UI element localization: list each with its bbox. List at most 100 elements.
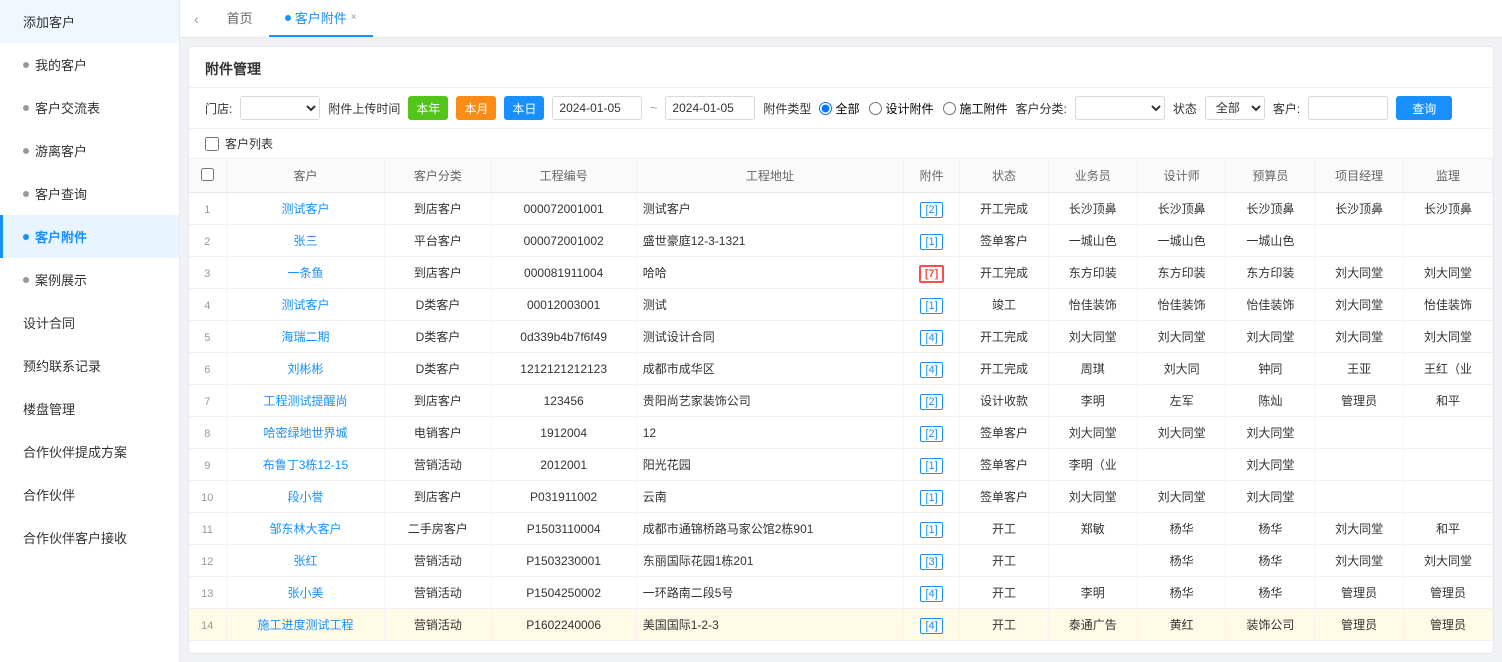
attachment-cell[interactable]: [1] (904, 449, 960, 481)
sidebar-item-booking-record[interactable]: 预约联系记录 (0, 344, 179, 387)
address-cell: 测试客户 (636, 193, 903, 225)
day-button[interactable]: 本日 (504, 96, 544, 120)
customer-name-cell[interactable]: 施工进度测试工程 (226, 609, 385, 641)
section-title: 附件管理 (189, 47, 1493, 88)
year-button[interactable]: 本年 (408, 96, 448, 120)
attach-badge[interactable]: [1] (920, 490, 942, 506)
customer-name-cell[interactable]: 测试客户 (226, 289, 385, 321)
date-to-input[interactable] (665, 96, 755, 120)
tab-home[interactable]: 首页 (211, 0, 269, 37)
budget-cell: 刘大同堂 (1226, 321, 1315, 353)
sidebar-item-partner-receive[interactable]: 合作伙伴客户接收 (0, 516, 179, 559)
attach-badge[interactable]: [1] (920, 234, 942, 250)
tab-attachment[interactable]: 客户附件× (269, 0, 373, 37)
attach-badge[interactable]: [3] (920, 554, 942, 570)
customer-name-cell[interactable]: 张红 (226, 545, 385, 577)
attach-badge[interactable]: [4] (920, 618, 942, 634)
tab-close-icon[interactable]: × (351, 12, 357, 23)
attachment-cell[interactable]: [4] (904, 577, 960, 609)
status-cell: 开工完成 (960, 353, 1049, 385)
store-select[interactable] (240, 96, 320, 120)
radio-design[interactable]: 设计附件 (869, 100, 933, 117)
sidebar-item-design-contract[interactable]: 设计合同 (0, 301, 179, 344)
sidebar-item-customer-query[interactable]: 客户查询 (0, 172, 179, 215)
sidebar-item-property-mgmt[interactable]: 楼盘管理 (0, 387, 179, 430)
header-checkbox[interactable] (201, 168, 214, 181)
row-number: 6 (204, 364, 210, 376)
sidebar-item-add-customer[interactable]: 添加客户 (0, 0, 179, 43)
sales-cell: 郑敏 (1048, 513, 1137, 545)
attach-badge[interactable]: [2] (920, 426, 942, 442)
sidebar-item-partner-proposal[interactable]: 合作伙伴提成方案 (0, 430, 179, 473)
customer-name-cell[interactable]: 海瑞二期 (226, 321, 385, 353)
supervisor-cell: 管理员 (1404, 577, 1493, 609)
customer-name-cell[interactable]: 段小誉 (226, 481, 385, 513)
customer-name-cell[interactable]: 张三 (226, 225, 385, 257)
attachment-cell[interactable]: [4] (904, 353, 960, 385)
attachment-cell[interactable]: [1] (904, 225, 960, 257)
attach-badge[interactable]: [1] (920, 298, 942, 314)
select-all-checkbox[interactable] (205, 137, 219, 151)
designer-cell: 怡佳装饰 (1137, 289, 1226, 321)
date-from-input[interactable] (552, 96, 642, 120)
attachment-cell[interactable]: [4] (904, 321, 960, 353)
attach-badge[interactable]: [4] (920, 586, 942, 602)
attachment-cell[interactable]: [3] (904, 545, 960, 577)
sidebar-item-my-customer[interactable]: 我的客户 (0, 43, 179, 86)
customer-name-cell[interactable]: 工程测试提醒尚 (226, 385, 385, 417)
attachment-cell[interactable]: [1] (904, 289, 960, 321)
attachment-cell[interactable]: [7] (904, 257, 960, 289)
radio-construction[interactable]: 施工附件 (943, 100, 1007, 117)
attach-badge[interactable]: [4] (920, 362, 942, 378)
customer-name-cell[interactable]: 刘彬彬 (226, 353, 385, 385)
sidebar-item-wandering-customer[interactable]: 游离客户 (0, 129, 179, 172)
sidebar-item-customer-attachment[interactable]: 客户附件 (0, 215, 179, 258)
customer-name-cell[interactable]: 哈密绿地世界城 (226, 417, 385, 449)
customer-name-cell[interactable]: 张小美 (226, 577, 385, 609)
supervisor-cell: 刘大同堂 (1404, 321, 1493, 353)
designer-cell: 长沙顶鼻 (1137, 193, 1226, 225)
attach-badge[interactable]: [1] (920, 458, 942, 474)
customer-name-cell[interactable]: 布鲁丁3栋12-15 (226, 449, 385, 481)
query-button[interactable]: 查询 (1396, 96, 1452, 120)
attach-type-label: 附件类型 (763, 100, 811, 117)
customer-input[interactable] (1308, 96, 1388, 120)
customer-class-select[interactable] (1075, 96, 1165, 120)
attach-badge[interactable]: [7] (919, 265, 944, 283)
address-cell: 贵阳尚艺家装饰公司 (636, 385, 903, 417)
address-cell: 成都市通锦桥路马家公馆2栋901 (636, 513, 903, 545)
tab-label: 首页 (227, 8, 253, 27)
attachment-cell[interactable]: [2] (904, 417, 960, 449)
sidebar-item-case-display[interactable]: 案例展示 (0, 258, 179, 301)
sub-header: 客户列表 (189, 129, 1493, 159)
attachment-cell[interactable]: [2] (904, 385, 960, 417)
attachment-cell[interactable]: [1] (904, 513, 960, 545)
attachment-cell[interactable]: [4] (904, 609, 960, 641)
attach-badge[interactable]: [1] (920, 522, 942, 538)
attachment-cell[interactable]: [1] (904, 481, 960, 513)
status-select[interactable]: 全部 (1205, 96, 1265, 120)
customer-name-cell[interactable]: 邹东林大客户 (226, 513, 385, 545)
sidebar-item-label: 设计合同 (23, 313, 75, 332)
budget-cell: 刘大同堂 (1226, 449, 1315, 481)
back-button[interactable]: ‹ (190, 7, 203, 31)
attach-badge[interactable]: [2] (920, 202, 942, 218)
project-no-cell: 000072001001 (491, 193, 636, 225)
radio-all[interactable]: 全部 (819, 100, 859, 117)
sidebar-item-customer-exchange[interactable]: 客户交流表 (0, 86, 179, 129)
customer-name-cell[interactable]: 一条鱼 (226, 257, 385, 289)
month-button[interactable]: 本月 (456, 96, 496, 120)
attach-badge[interactable]: [2] (920, 394, 942, 410)
attach-badge[interactable]: [4] (920, 330, 942, 346)
row-number: 14 (201, 620, 213, 632)
table-row: 13张小美营销活动P1504250002一环路南二段5号[4]开工李明杨华杨华管… (189, 577, 1493, 609)
customer-class-label: 客户分类: (1015, 100, 1066, 117)
sidebar-item-label: 案例展示 (35, 270, 87, 289)
sidebar-dot (23, 191, 29, 197)
attachment-cell[interactable]: [2] (904, 193, 960, 225)
customer-name-cell[interactable]: 测试客户 (226, 193, 385, 225)
budget-cell: 钟同 (1226, 353, 1315, 385)
address-cell: 测试 (636, 289, 903, 321)
budget-cell: 杨华 (1226, 577, 1315, 609)
sidebar-item-partner[interactable]: 合作伙伴 (0, 473, 179, 516)
